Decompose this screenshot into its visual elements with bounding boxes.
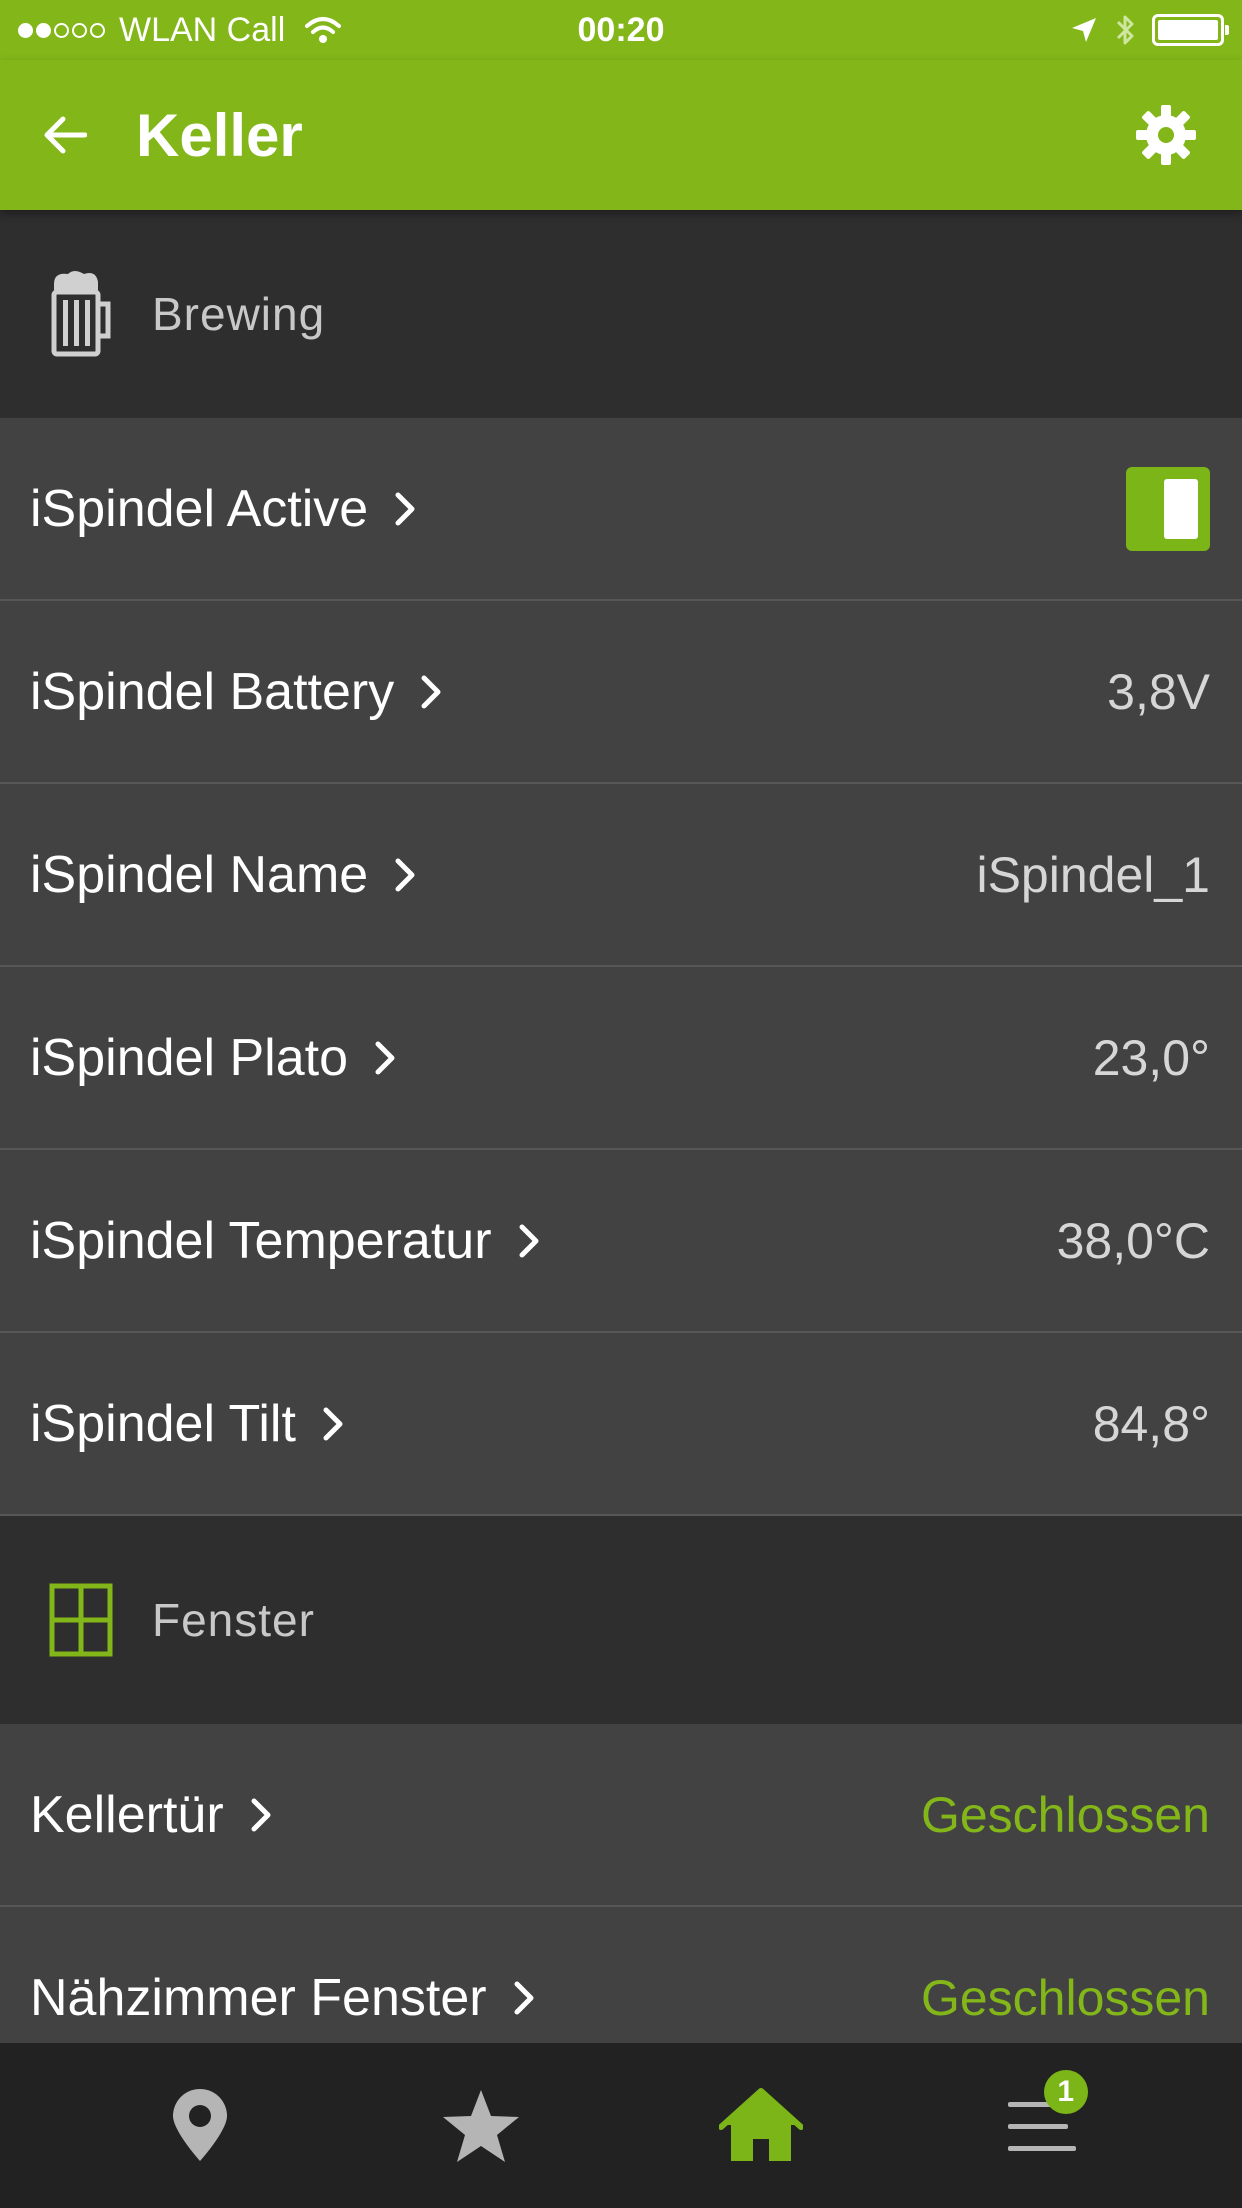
row-label: iSpindel Temperatur	[30, 1211, 492, 1270]
chevron-right-icon	[394, 855, 420, 895]
chevron-right-icon	[518, 1221, 544, 1261]
list-item-kellertuer[interactable]: Kellertür Geschlossen	[0, 1724, 1242, 1907]
list-item-ispindel-temperatur[interactable]: iSpindel Temperatur 38,0°C	[0, 1150, 1242, 1333]
bluetooth-icon	[1114, 12, 1136, 48]
beer-mug-icon	[46, 269, 116, 359]
list-item-ispindel-battery[interactable]: iSpindel Battery 3,8V	[0, 601, 1242, 784]
row-value: 3,8V	[1107, 663, 1210, 720]
row-label: iSpindel Active	[30, 479, 369, 538]
active-toggle[interactable]	[1126, 466, 1210, 551]
chevron-right-icon	[374, 1038, 400, 1078]
back-button[interactable]	[30, 100, 100, 170]
bottom-nav: 1	[0, 2043, 1242, 2208]
section-title: Fenster	[152, 1594, 315, 1646]
list-item-ispindel-active[interactable]: iSpindel Active	[0, 418, 1242, 601]
star-icon	[442, 2089, 519, 2162]
row-label: Nähzimmer Fenster	[30, 1968, 487, 2027]
row-value: 23,0°	[1092, 1029, 1210, 1086]
page-title: Keller	[136, 101, 303, 169]
nav-favorites[interactable]	[421, 2066, 541, 2186]
wifi-icon	[305, 16, 342, 44]
row-label: iSpindel Plato	[30, 1028, 348, 1087]
settings-button[interactable]	[1126, 95, 1206, 175]
row-label: Kellertür	[30, 1785, 224, 1844]
chevron-right-icon	[420, 672, 446, 712]
carrier-label: WLAN Call	[119, 10, 286, 49]
chevron-right-icon	[394, 489, 420, 529]
home-icon	[719, 2087, 804, 2161]
list-item-ispindel-tilt[interactable]: iSpindel Tilt 84,8°	[0, 1333, 1242, 1516]
nav-locations[interactable]	[140, 2066, 260, 2186]
chevron-right-icon	[322, 1404, 348, 1444]
battery-icon	[1152, 14, 1229, 46]
window-icon	[46, 1575, 116, 1665]
gear-icon	[1136, 105, 1196, 165]
signal-strength-icon	[18, 22, 105, 38]
status-bar: WLAN Call 00:20	[0, 0, 1242, 60]
section-header-fenster: Fenster	[0, 1516, 1242, 1724]
chevron-right-icon	[513, 1978, 539, 2018]
row-value: Geschlossen	[920, 1969, 1210, 2026]
row-label: iSpindel Name	[30, 845, 369, 904]
nav-menu[interactable]: 1	[982, 2066, 1102, 2186]
row-value: iSpindel_1	[976, 846, 1210, 903]
chevron-right-icon	[250, 1795, 276, 1835]
row-value: 84,8°	[1092, 1395, 1210, 1452]
row-value: Geschlossen	[920, 1786, 1210, 1843]
section-title: Brewing	[152, 288, 326, 340]
arrow-left-icon	[44, 116, 87, 154]
row-value: 38,0°C	[1056, 1212, 1210, 1269]
location-arrow-icon	[1070, 16, 1098, 44]
row-label: iSpindel Battery	[30, 662, 395, 721]
toggle-knob	[1164, 478, 1198, 539]
list-item-naehzimmer-fenster[interactable]: Nähzimmer Fenster Geschlossen	[0, 1907, 1242, 2043]
section-header-brewing: Brewing	[0, 210, 1242, 418]
list-item-ispindel-name[interactable]: iSpindel Name iSpindel_1	[0, 784, 1242, 967]
nav-home[interactable]	[701, 2066, 821, 2186]
row-label: iSpindel Tilt	[30, 1394, 296, 1453]
list-item-ispindel-plato[interactable]: iSpindel Plato 23,0°	[0, 967, 1242, 1150]
room-content[interactable]: Brewing iSpindel Active iSpindel Battery…	[0, 210, 1242, 2043]
app-bar: Keller	[0, 60, 1242, 210]
notification-badge: 1	[1043, 2069, 1088, 2114]
location-pin-icon	[173, 2088, 228, 2161]
